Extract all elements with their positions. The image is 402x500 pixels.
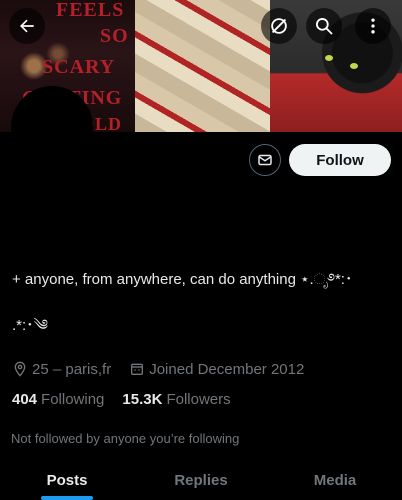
following-count: 404 xyxy=(12,391,38,408)
cat-eye xyxy=(325,55,333,61)
profile-tabs: Posts Replies Media xyxy=(0,464,402,500)
banner-word: FEELS xyxy=(56,0,125,21)
tab-media[interactable]: Media xyxy=(268,464,402,500)
location-pin-icon xyxy=(14,361,26,377)
banner-word: SO xyxy=(100,25,129,47)
more-button[interactable] xyxy=(355,8,391,44)
avatar[interactable] xyxy=(11,86,93,168)
calendar-icon xyxy=(131,363,144,375)
followers-count: 15.3K xyxy=(122,391,163,408)
grok-button[interactable] xyxy=(261,8,297,44)
followers-label: Followers xyxy=(166,391,231,408)
following-link[interactable]: 404 Following xyxy=(12,391,104,408)
following-label: Following xyxy=(41,391,105,408)
tab-replies[interactable]: Replies xyxy=(134,464,268,500)
bio-line: .*:･༄ xyxy=(12,317,48,334)
slash-circle-icon xyxy=(271,18,287,34)
arrow-left-icon xyxy=(20,19,34,33)
search-icon xyxy=(316,18,333,35)
banner-word: SCARY xyxy=(42,56,116,78)
cat-eye xyxy=(350,63,358,69)
banner-panel-books xyxy=(135,0,270,132)
message-button[interactable] xyxy=(249,144,281,176)
tab-label: Media xyxy=(313,472,357,489)
follow-button[interactable]: Follow xyxy=(289,144,391,176)
back-button[interactable] xyxy=(9,8,45,44)
more-vertical-icon xyxy=(371,18,375,34)
search-button[interactable] xyxy=(306,8,342,44)
tab-label: Replies xyxy=(174,472,228,489)
tab-label: Posts xyxy=(46,472,88,489)
tab-posts[interactable]: Posts xyxy=(0,464,134,500)
location-text: 25 – paris,fr xyxy=(32,360,112,378)
envelope-icon xyxy=(258,154,272,166)
follow-counts: 404 Following 15.3K Followers xyxy=(12,391,231,408)
profile-meta: 25 – paris,fr Joined December 2012 xyxy=(12,359,304,379)
not-followed-notice: Not followed by anyone you’re following xyxy=(11,431,240,446)
followers-link[interactable]: 15.3K Followers xyxy=(122,391,230,408)
bio-line: + anyone, from anywhere, can do anything… xyxy=(12,271,353,288)
joined-text: Joined December 2012 xyxy=(149,360,305,378)
active-tab-indicator xyxy=(41,496,93,500)
